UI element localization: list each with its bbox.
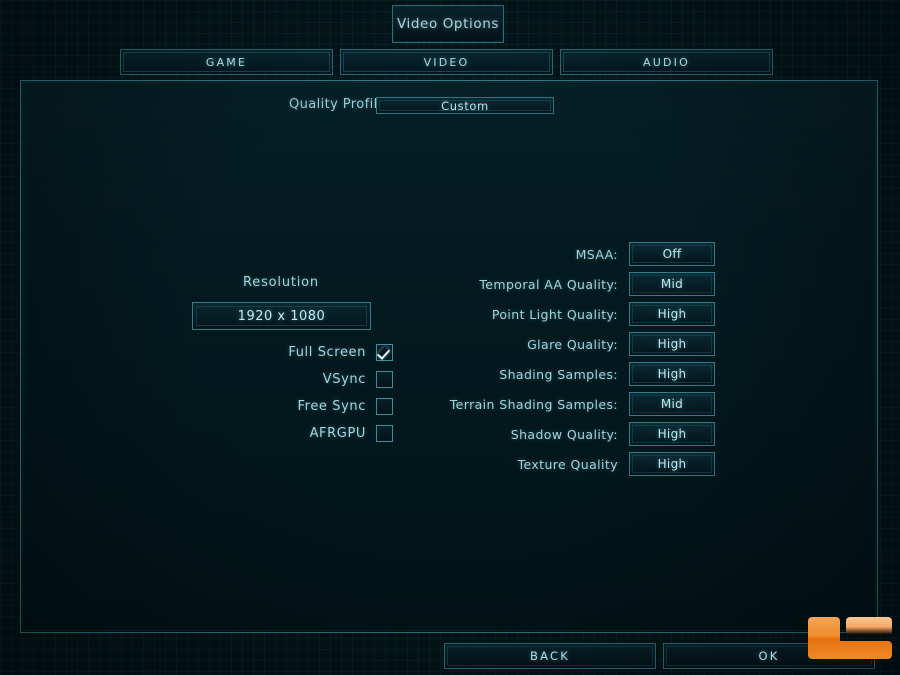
option-label-temporal-aa-quality: Temporal AA Quality: — [479, 276, 618, 292]
page-title: Video Options — [392, 5, 504, 43]
option-selector-point-light-quality[interactable]: High — [629, 302, 715, 326]
tab-game[interactable]: GAME — [120, 49, 333, 75]
option-value-shadow-quality: High — [657, 427, 687, 441]
quality-profile-selector[interactable]: Custom — [376, 97, 554, 114]
option-selector-temporal-aa-quality[interactable]: Mid — [629, 272, 715, 296]
option-label-point-light-quality: Point Light Quality: — [491, 306, 618, 322]
option-row-point-light-quality: Point Light Quality: High — [351, 299, 736, 329]
ok-button-label: OK — [758, 649, 780, 663]
option-value-shading-samples: High — [657, 367, 687, 381]
option-label-texture-quality: Texture Quality — [517, 456, 618, 472]
resolution-value: 1920 x 1080 — [237, 308, 326, 324]
graphics-options-list: MSAA: Off Temporal AA Quality: Mid Point… — [351, 239, 736, 479]
option-value-texture-quality: High — [657, 457, 687, 471]
quality-profile-value: Custom — [441, 98, 489, 113]
option-label-shadow-quality: Shadow Quality: — [510, 426, 618, 442]
tab-audio-label: AUDIO — [643, 55, 690, 69]
option-label-shading-samples: Shading Samples: — [499, 366, 618, 382]
back-button-label: BACK — [530, 649, 570, 663]
option-label-glare-quality: Glare Quality: — [527, 336, 618, 352]
legit-reviews-logo-icon — [808, 617, 892, 659]
tab-video[interactable]: VIDEO — [340, 49, 553, 75]
option-selector-msaa[interactable]: Off — [629, 242, 715, 266]
tab-game-label: GAME — [205, 55, 248, 69]
game-options-screen: Video Options GAME VIDEO AUDIO Quality P… — [0, 0, 900, 675]
quality-profile-label: Quality Profile — [288, 97, 386, 112]
option-value-msaa: Off — [662, 247, 682, 261]
option-row-shadow-quality: Shadow Quality: High — [351, 419, 736, 449]
tab-video-label: VIDEO — [423, 55, 470, 69]
option-selector-shading-samples[interactable]: High — [629, 362, 715, 386]
option-selector-texture-quality[interactable]: High — [629, 452, 715, 476]
tab-bar: GAME VIDEO AUDIO — [120, 49, 773, 75]
option-row-glare-quality: Glare Quality: High — [351, 329, 736, 359]
option-selector-terrain-shading-samples[interactable]: Mid — [629, 392, 715, 416]
resolution-label: Resolution — [243, 275, 319, 290]
option-row-terrain-shading-samples: Terrain Shading Samples: Mid — [351, 389, 736, 419]
option-label-msaa: MSAA: — [575, 246, 618, 262]
option-row-shading-samples: Shading Samples: High — [351, 359, 736, 389]
resolution-selector[interactable]: 1920 x 1080 — [192, 302, 371, 330]
option-row-msaa: MSAA: Off — [351, 239, 736, 269]
option-value-glare-quality: High — [657, 337, 687, 351]
option-selector-glare-quality[interactable]: High — [629, 332, 715, 356]
option-value-point-light-quality: High — [657, 307, 687, 321]
option-row-texture-quality: Texture Quality High — [351, 449, 736, 479]
page-title-label: Video Options — [396, 16, 499, 32]
options-panel: Quality Profile Custom Resolution 1920 x… — [20, 80, 878, 633]
option-label-terrain-shading-samples: Terrain Shading Samples: — [449, 396, 618, 412]
tab-audio[interactable]: AUDIO — [560, 49, 773, 75]
option-selector-shadow-quality[interactable]: High — [629, 422, 715, 446]
back-button[interactable]: BACK — [444, 643, 656, 669]
option-row-temporal-aa-quality: Temporal AA Quality: Mid — [351, 269, 736, 299]
option-value-terrain-shading-samples: Mid — [660, 397, 684, 411]
option-value-temporal-aa-quality: Mid — [660, 277, 684, 291]
